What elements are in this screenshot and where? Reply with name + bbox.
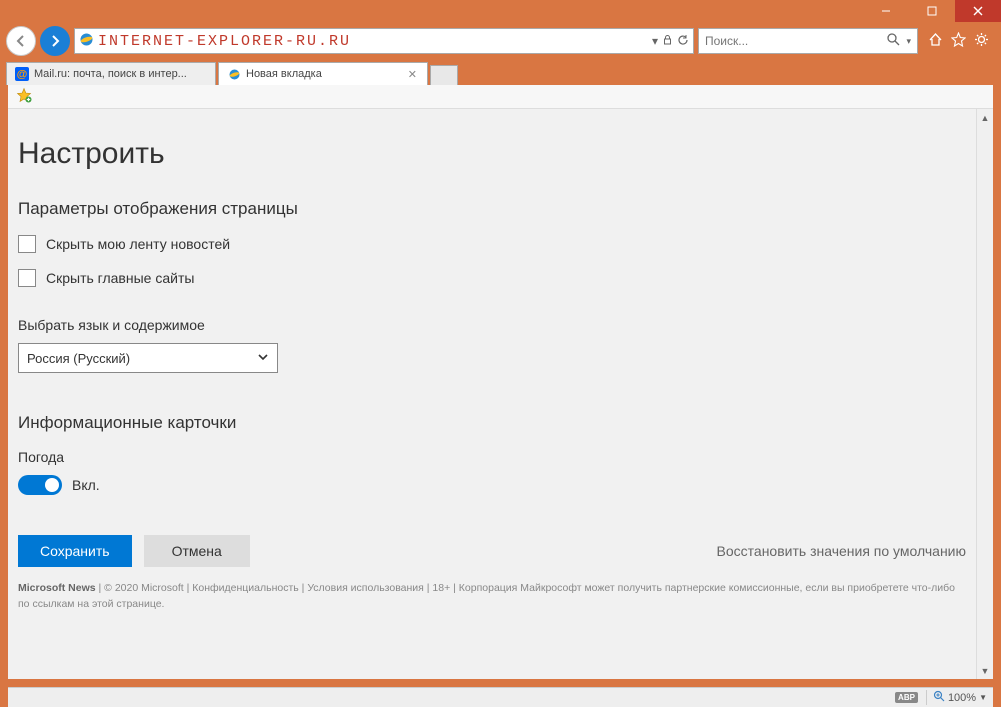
tab-close-icon[interactable]: ✕ [406, 68, 419, 81]
tab-mailru[interactable]: @ Mail.ru: почта, поиск в интер... [6, 62, 216, 85]
mailru-favicon-icon: @ [15, 67, 29, 81]
status-bar: ABP 100% ▼ [8, 687, 993, 707]
refresh-icon[interactable] [677, 34, 689, 49]
chevron-down-icon [257, 351, 269, 366]
page-content: Настроить Параметры отображения страницы… [8, 109, 976, 679]
page-title: Настроить [18, 137, 966, 171]
navigation-toolbar: INTERNET-EXPLORER-RU.RU ▾ ▾ [0, 22, 1001, 60]
toggle-knob [45, 478, 59, 492]
abp-badge[interactable]: ABP [895, 692, 918, 703]
favorites-icon[interactable] [951, 32, 966, 50]
dropdown-icon[interactable]: ▾ [652, 34, 658, 48]
scroll-up-icon[interactable]: ▲ [977, 109, 993, 126]
checkbox-hide-feed[interactable]: Скрыть мою ленту новостей [18, 235, 966, 253]
language-select[interactable]: Россия (Русский) [18, 343, 278, 373]
minimize-button[interactable] [863, 0, 909, 22]
search-icon[interactable] [887, 33, 900, 49]
checkbox-label: Скрыть главные сайты [46, 270, 194, 286]
address-bar[interactable]: INTERNET-EXPLORER-RU.RU ▾ [74, 28, 694, 54]
tab-newtab[interactable]: Новая вкладка ✕ [218, 62, 428, 85]
footer-legal: | © 2020 Microsoft | Конфиденциальность … [18, 582, 955, 610]
tab-label: Новая вкладка [246, 68, 401, 80]
back-button[interactable] [6, 26, 36, 56]
add-favorite-icon[interactable] [16, 87, 32, 106]
save-button[interactable]: Сохранить [18, 535, 132, 567]
footer-text: Microsoft News | © 2020 Microsoft | Конф… [18, 581, 966, 613]
forward-button[interactable] [40, 26, 70, 56]
lock-icon [662, 34, 673, 48]
tools-icon[interactable] [974, 32, 989, 50]
vertical-scrollbar[interactable]: ▲ ▼ [976, 109, 993, 679]
restore-defaults-link[interactable]: Восстановить значения по умолчанию [717, 543, 966, 559]
checkbox-label: Скрыть мою ленту новостей [46, 236, 230, 252]
tab-strip: @ Mail.ru: почта, поиск в интер... Новая… [0, 60, 1001, 85]
weather-toggle[interactable] [18, 475, 62, 495]
favorites-bar [8, 85, 993, 109]
maximize-button[interactable] [909, 0, 955, 22]
cancel-button[interactable]: Отмена [144, 535, 250, 567]
zoom-dropdown-icon[interactable]: ▼ [979, 693, 987, 702]
tab-label: Mail.ru: почта, поиск в интер... [34, 68, 207, 80]
weather-label: Погода [18, 449, 966, 465]
section-display-heading: Параметры отображения страницы [18, 199, 966, 219]
search-dropdown-icon[interactable]: ▾ [906, 36, 911, 47]
language-label: Выбрать язык и содержимое [18, 317, 966, 333]
search-input[interactable] [705, 34, 881, 48]
window-titlebar [0, 0, 1001, 22]
ie-favicon-icon [79, 32, 94, 50]
select-value: Россия (Русский) [27, 351, 130, 366]
home-icon[interactable] [928, 32, 943, 50]
search-box[interactable]: ▾ [698, 28, 918, 54]
checkbox-icon[interactable] [18, 269, 36, 287]
zoom-icon [933, 690, 945, 705]
checkbox-hide-topsites[interactable]: Скрыть главные сайты [18, 269, 966, 287]
scroll-track[interactable] [977, 126, 993, 662]
close-window-button[interactable] [955, 0, 1001, 22]
footer-brand: Microsoft News [18, 582, 96, 594]
toggle-state-label: Вкл. [72, 477, 100, 493]
ie-favicon-icon [227, 67, 241, 81]
checkbox-icon[interactable] [18, 235, 36, 253]
zoom-value: 100% [948, 692, 976, 704]
zoom-control[interactable]: 100% ▼ [926, 690, 987, 705]
viewport: Настроить Параметры отображения страницы… [8, 109, 993, 679]
info-cards-heading: Информационные карточки [18, 413, 966, 433]
svg-text:@: @ [17, 69, 28, 81]
address-url: INTERNET-EXPLORER-RU.RU [98, 33, 648, 50]
new-tab-button[interactable] [430, 65, 458, 85]
scroll-down-icon[interactable]: ▼ [977, 662, 993, 679]
